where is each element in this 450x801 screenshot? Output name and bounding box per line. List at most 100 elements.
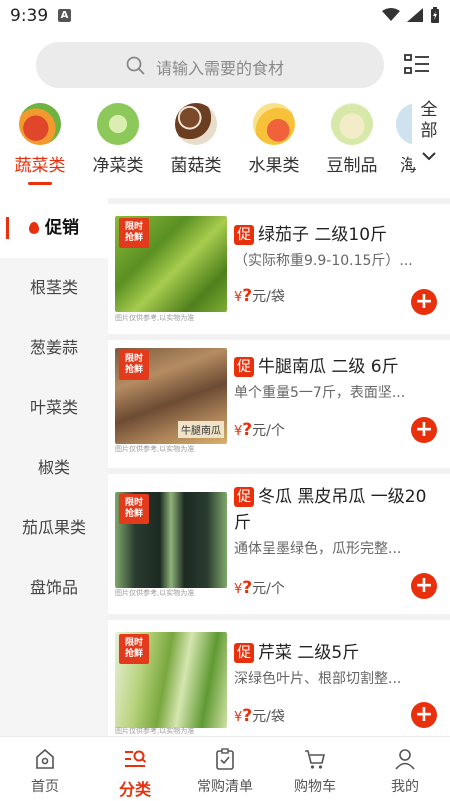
clipboard-check-icon [180, 747, 270, 771]
product-card[interactable]: 限时抢鲜 图片仅供参考,以实物为准 促绿茄子 二级10斤 （实际称重9.9-10… [108, 204, 450, 334]
product-info: 促绿茄子 二级10斤 （实际称重9.9-10.15斤）... [234, 222, 442, 270]
sidebar-item-label: 茄瓜果类 [21, 518, 86, 537]
tab-profile[interactable]: 我的 [360, 747, 450, 796]
search-bar[interactable]: 请输入需要的食材 [36, 42, 384, 88]
all-label-line1: 全 [420, 100, 438, 120]
sidebar-item-peppers[interactable]: 椒类 [0, 438, 108, 498]
product-title-text: 绿茄子 二级10斤 [258, 225, 388, 245]
bean-sprout-icon [331, 103, 373, 145]
product-desc: 通体呈墨绿色，瓜形完整... [234, 541, 402, 557]
active-indicator [6, 217, 9, 239]
promo-tag: 促 [234, 487, 254, 507]
category-label: 水果类 [248, 156, 300, 176]
image-disclaimer: 图片仅供参考,以实物为准 [115, 727, 195, 735]
flash-sale-badge: 限时抢鲜 [119, 350, 149, 380]
user-icon [360, 747, 450, 771]
sidebar: 促销 根茎类 葱姜蒜 叶菜类 椒类 茄瓜果类 盘饰品 [0, 198, 108, 736]
product-info: 促冬瓜 黑皮吊瓜 一级20斤 通体呈墨绿色，瓜形完整... [234, 484, 442, 558]
active-underline [28, 182, 52, 185]
tab-label: 我的 [391, 779, 419, 795]
product-title: 促牛腿南瓜 二级 6斤 [234, 354, 442, 380]
sidebar-item-garnish[interactable]: 盘饰品 [0, 558, 108, 618]
notification-a-icon: A [58, 9, 71, 22]
photo-label: 牛腿南瓜 [178, 421, 224, 438]
product-info: 促牛腿南瓜 二级 6斤 单个重量5一7斤，表面坚... [234, 354, 442, 402]
category-icon [90, 747, 180, 771]
product-title: 促芹菜 二级5斤 [234, 640, 442, 666]
product-image: 限时抢鲜 [115, 216, 227, 312]
promo-tag: 促 [234, 643, 254, 663]
category-vegetables[interactable]: 蔬菜类 [0, 98, 80, 185]
tab-label: 首页 [31, 779, 59, 795]
image-disclaimer: 图片仅供参考,以实物为准 [115, 314, 195, 322]
product-title-text: 牛腿南瓜 二级 6斤 [258, 357, 399, 377]
product-info: 促芹菜 二级5斤 深绿色叶片、根部切割整... [234, 640, 442, 688]
product-price: ¥?元/袋 [234, 286, 285, 306]
screen: 9:39 A 请输入需要的食材 蔬菜类 净菜类 菌菇类 水果类 豆制品 海 全 … [0, 0, 450, 801]
flash-sale-badge: 限时抢鲜 [119, 494, 149, 524]
home-icon [0, 747, 90, 771]
flash-sale-badge: 限时抢鲜 [119, 218, 149, 248]
flash-sale-badge: 限时抢鲜 [119, 634, 149, 664]
category-clean-vegetables[interactable]: 净菜类 [78, 98, 158, 176]
image-disclaimer: 图片仅供参考,以实物为准 [115, 445, 195, 453]
chevron-down-icon [412, 146, 446, 167]
sidebar-item-onion-ginger-garlic[interactable]: 葱姜蒜 [0, 318, 108, 378]
tab-label: 购物车 [294, 779, 336, 795]
product-card[interactable]: 限时抢鲜 图片仅供参考,以实物为准 促冬瓜 黑皮吊瓜 一级20斤 通体呈墨绿色，… [108, 474, 450, 614]
tab-category[interactable]: 分类 [90, 747, 180, 800]
vegetables-icon [19, 103, 61, 145]
sidebar-item-label: 椒类 [37, 458, 70, 477]
product-title-text: 芹菜 二级5斤 [258, 643, 360, 663]
all-label-line2: 部 [420, 121, 438, 141]
status-bar: 9:39 A [0, 0, 450, 32]
sidebar-item-root-vegetables[interactable]: 根茎类 [0, 258, 108, 318]
bottom-tab-bar: 首页 分类 常购清单 购物车 我的 [0, 736, 450, 801]
list-view-icon[interactable] [404, 54, 430, 76]
product-title: 促冬瓜 黑皮吊瓜 一级20斤 [234, 484, 442, 536]
category-label: 净菜类 [92, 156, 144, 176]
category-label: 菌菇类 [170, 156, 222, 176]
add-to-cart-button[interactable]: + [411, 573, 437, 599]
category-mushrooms[interactable]: 菌菇类 [156, 98, 236, 176]
sidebar-item-promotion[interactable]: 促销 [0, 198, 108, 258]
sidebar-item-label: 叶菜类 [29, 398, 78, 417]
flame-icon [29, 222, 39, 234]
sidebar-item-eggplant-melons[interactable]: 茄瓜果类 [0, 498, 108, 558]
product-price: ¥?元/个 [234, 578, 285, 598]
category-fruits[interactable]: 水果类 [234, 98, 314, 176]
sidebar-item-leafy-vegetables[interactable]: 叶菜类 [0, 378, 108, 438]
all-categories-button[interactable]: 全 部 [412, 100, 446, 167]
image-disclaimer: 图片仅供参考,以实物为准 [115, 589, 195, 597]
battery-icon [431, 7, 439, 23]
category-label: 蔬菜类 [14, 156, 66, 176]
tab-label: 常购清单 [197, 779, 253, 795]
product-card[interactable]: 限时抢鲜 牛腿南瓜 图片仅供参考,以实物为准 促牛腿南瓜 二级 6斤 单个重量5… [108, 340, 450, 468]
add-to-cart-button[interactable]: + [411, 289, 437, 315]
promo-tag: 促 [234, 357, 254, 377]
wifi-icon [382, 8, 400, 21]
signal-icon [407, 8, 423, 22]
promo-tag: 促 [234, 225, 254, 245]
tab-home[interactable]: 首页 [0, 747, 90, 796]
sidebar-item-label: 盘饰品 [29, 578, 78, 597]
search-icon [126, 56, 145, 75]
cart-icon [270, 747, 360, 771]
tab-frequent-list[interactable]: 常购清单 [180, 747, 270, 796]
mushroom-icon [175, 103, 217, 145]
product-card[interactable]: 限时抢鲜 图片仅供参考,以实物为准 促芹菜 二级5斤 深绿色叶片、根部切割整..… [108, 620, 450, 736]
add-to-cart-button[interactable]: + [411, 702, 437, 728]
search-placeholder: 请输入需要的食材 [156, 59, 285, 78]
product-desc: 深绿色叶片、根部切割整... [234, 671, 402, 687]
status-time: 9:39 [10, 6, 49, 26]
product-image: 限时抢鲜 [115, 492, 227, 588]
product-desc: （实际称重9.9-10.15斤）... [234, 253, 413, 269]
system-icons [382, 7, 440, 23]
tab-cart[interactable]: 购物车 [270, 747, 360, 796]
add-to-cart-button[interactable]: + [411, 417, 437, 443]
product-title: 促绿茄子 二级10斤 [234, 222, 442, 248]
cabbage-icon [97, 103, 139, 145]
product-price: ¥?元/个 [234, 420, 285, 440]
fruit-icon [253, 103, 295, 145]
product-price: ¥?元/袋 [234, 706, 285, 726]
